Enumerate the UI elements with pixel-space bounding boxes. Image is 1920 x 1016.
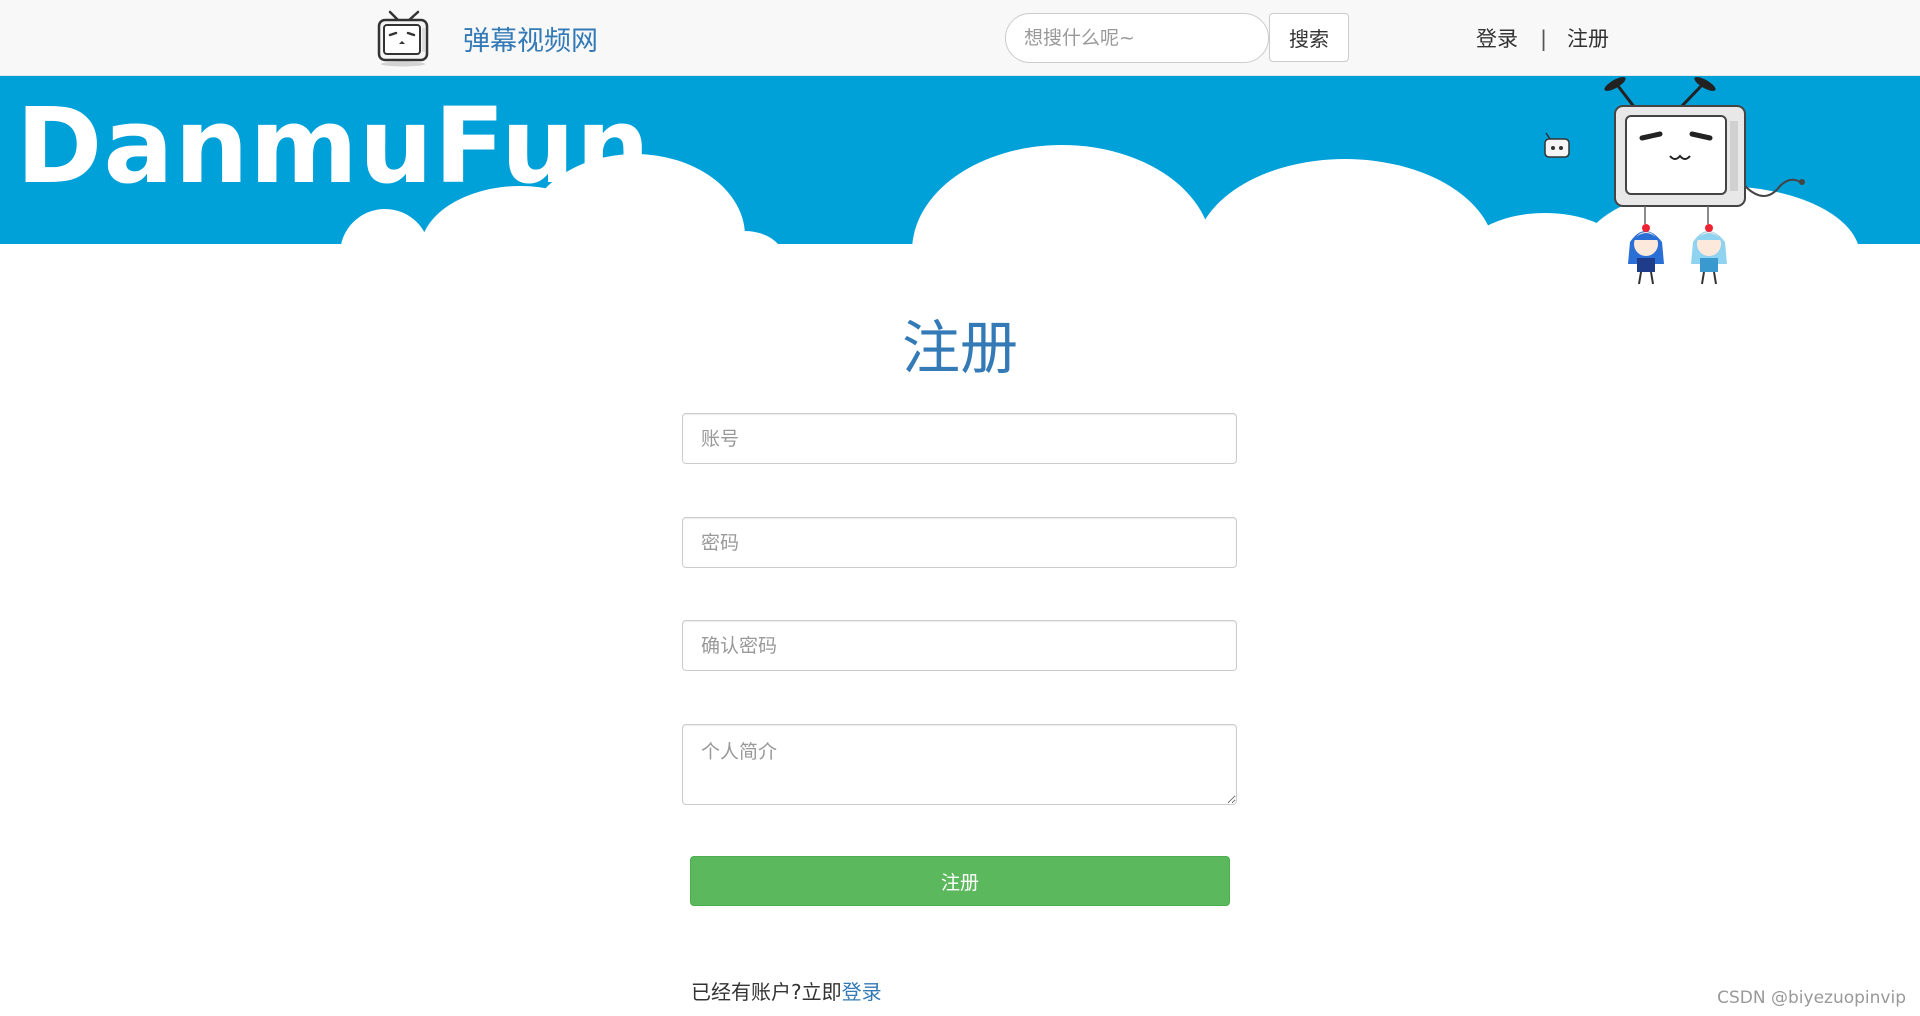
brand-name-link[interactable]: 弹幕视频网 <box>463 24 598 60</box>
nav-register-link[interactable]: 注册 <box>1567 24 1609 54</box>
login-hint: 已经有账户?立即登录 <box>691 978 882 1006</box>
watermark: CSDN @biyezuopinvip <box>1717 988 1906 1008</box>
banner-title: DanmuFun <box>16 85 651 207</box>
search-button[interactable]: 搜索 <box>1269 13 1349 62</box>
register-submit-button[interactable]: 注册 <box>690 856 1230 906</box>
login-prompt-text: 已经有账户?立即 <box>691 980 842 1004</box>
page-title: 注册 <box>901 314 1018 382</box>
top-navbar: 弹幕视频网 搜索 登录 | 注册 <box>0 0 1920 76</box>
password-input[interactable] <box>682 517 1237 568</box>
account-input[interactable] <box>682 413 1237 464</box>
bio-textarea[interactable] <box>682 724 1237 805</box>
confirm-password-input[interactable] <box>682 620 1237 671</box>
nav-separator: | <box>1540 27 1548 51</box>
tv-logo-icon[interactable] <box>372 8 434 68</box>
tv-mascot-icon <box>1544 77 1805 285</box>
nav-login-link[interactable]: 登录 <box>1476 24 1518 54</box>
login-link[interactable]: 登录 <box>842 980 882 1004</box>
search-input[interactable] <box>1005 13 1269 63</box>
banner: DanmuFun <box>0 76 1920 286</box>
